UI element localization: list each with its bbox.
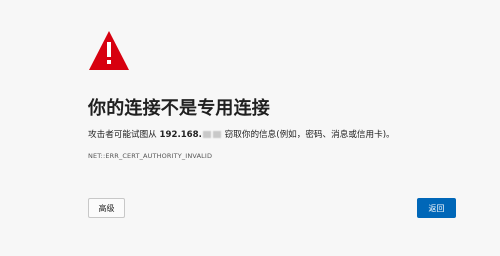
redacted-address-part [202, 131, 211, 138]
back-button[interactable]: 返回 [417, 198, 456, 218]
page-title: 你的连接不是专用连接 [88, 98, 270, 119]
host-address: 192.168. [159, 130, 202, 140]
error-message: 攻击者可能试图从 192.168. 窃取你的信息(例如，密码、消息或信用卡)。 [88, 128, 395, 142]
warning-triangle-icon [89, 31, 129, 70]
advanced-button[interactable]: 高级 [88, 198, 125, 218]
error-code: NET::ERR_CERT_AUTHORITY_INVALID [88, 152, 213, 160]
redacted-address-part [212, 131, 221, 138]
message-suffix: 窃取你的信息(例如，密码、消息或信用卡)。 [224, 130, 395, 140]
error-page: 你的连接不是专用连接 攻击者可能试图从 192.168. 窃取你的信息(例如，密… [0, 0, 500, 256]
message-prefix: 攻击者可能试图从 [88, 130, 157, 140]
